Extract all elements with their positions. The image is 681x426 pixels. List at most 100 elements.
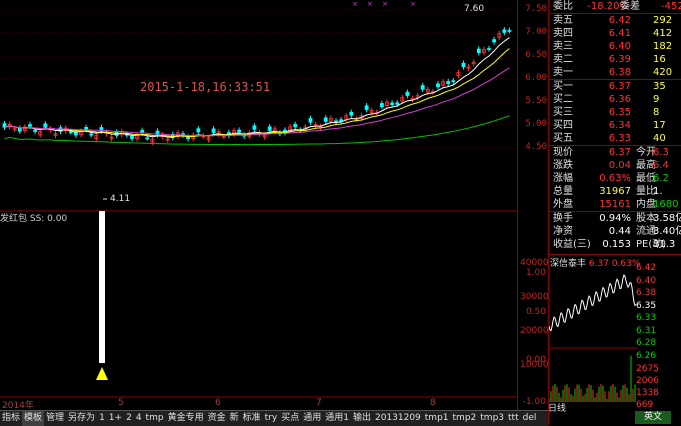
order-diff-label: 委差 (620, 1, 640, 12)
tab-14[interactable]: 买点 (279, 411, 301, 426)
tab-9[interactable]: 黄金专用 (166, 411, 206, 426)
price-tick: 7.50 (525, 4, 547, 14)
tab-16[interactable]: 通用1 (323, 411, 351, 426)
row-label: 卖四 (553, 28, 573, 39)
tab-23[interactable]: del (521, 411, 539, 426)
row-value2: 1680 (653, 199, 679, 210)
mini-vol-tick: 2675 (636, 364, 659, 374)
row-label: 卖二 (553, 54, 573, 65)
candle (43, 123, 48, 128)
row-label: 换手 (553, 213, 573, 224)
mini-price-tick: 6.40 (636, 275, 657, 286)
price-axis: 7.50 7.00 6.50 6.00 5.50 5.00 4.50 (517, 0, 549, 212)
tab-20[interactable]: tmp2 (451, 411, 479, 426)
mini-vol-tick: 1338 (636, 388, 659, 398)
tab-1[interactable]: 模板 (22, 411, 45, 426)
english-toggle-button[interactable]: 英文 (635, 411, 671, 424)
date-tick: 8 (430, 398, 436, 408)
row-value: 0.63% (599, 173, 631, 184)
indicator-axis: 1.00 0.50 0.00 -1.00 (517, 212, 549, 410)
row-value2: 420 (653, 67, 673, 78)
tab-22[interactable]: ttt (506, 411, 521, 426)
candle (17, 127, 22, 132)
candle (237, 129, 242, 133)
signal-arrow-icon (96, 367, 108, 380)
top-marker-icon: × (382, 0, 388, 8)
row-value2: 182 (653, 41, 673, 52)
tab-13[interactable]: try (263, 411, 280, 426)
row-label: 总量 (553, 186, 573, 197)
row-value: 6.39 (608, 54, 631, 65)
indicator-label[interactable]: 发红包 SS: 0.00 (0, 211, 67, 224)
tab-21[interactable]: tmp3 (478, 411, 506, 426)
candle (130, 136, 134, 140)
quote-row: 换手 0.94% 股本 3.58亿 (549, 212, 681, 225)
row-value: 6.38 (608, 67, 631, 78)
candle (507, 29, 512, 32)
mini-price-tick: 6.31 (636, 325, 657, 336)
intraday-chart[interactable] (549, 266, 637, 406)
row-value2: 1. (653, 186, 663, 197)
row-label: 卖一 (553, 67, 573, 78)
tab-18[interactable]: 20131209 (373, 411, 423, 426)
ma-line (4, 115, 510, 146)
price-tick: 4.50 (525, 142, 547, 152)
candle (461, 62, 466, 68)
sub-axis-tick: 1.00 (525, 268, 546, 278)
price-tick: 6.00 (525, 73, 547, 83)
candle (487, 48, 491, 50)
tab-11[interactable]: 新 (228, 411, 241, 426)
row-value: 6.37 (608, 147, 631, 158)
row-value: 6.42 (608, 15, 631, 26)
template-tab-bar: 指标 模板 管理 另存为 1 1+ 2 4 tmp 黄金专用 资金新标准 try 买点 通用 通用1 输出 20… (0, 410, 548, 426)
date-tick: 6 (215, 398, 221, 408)
tab-17[interactable]: 输出 (351, 411, 373, 426)
volume-axis-tick: 20000 (520, 326, 549, 336)
tab-0[interactable]: 指标 (0, 411, 22, 426)
row-label: 涨跌 (553, 160, 573, 171)
candle (145, 137, 150, 140)
quote-panel: 委比 -18.20% 委差 -452 卖五 6.42 292 卖四 6.41 412 卖… (548, 0, 681, 425)
candle (405, 91, 410, 96)
tab-3[interactable]: 另存为 (66, 411, 97, 426)
row-value: 6.37 (608, 81, 631, 92)
quote-row: 涨幅 0.63% 最低 6.2 (549, 172, 681, 185)
tab-2[interactable]: 管理 (44, 411, 66, 426)
row-value2: 6.4 (653, 160, 669, 171)
date-tick: 7 (316, 398, 322, 408)
order-ratio-row: 委比 -18.20% 委差 -452 (549, 0, 681, 13)
row-value2: 412 (653, 28, 673, 39)
quote-row: 总量 31967 量比 1. (549, 185, 681, 198)
tab-19[interactable]: tmp1 (423, 411, 451, 426)
price-tick: 5.50 (525, 96, 547, 106)
tab-6[interactable]: 2 (124, 411, 134, 426)
row-value: 6.33 (608, 133, 631, 144)
candlestick-chart[interactable]: × × × × 7.60 4.11 (0, 0, 548, 410)
quote-row: 净资 0.44 流通 3.40亿 (549, 225, 681, 238)
period-label[interactable]: 日线 (548, 401, 566, 414)
mini-price-tick: 6.33 (636, 313, 657, 323)
quote-row: 卖二 6.39 16 (549, 53, 681, 66)
candle (436, 83, 440, 88)
candle (364, 105, 369, 110)
tab-12[interactable]: 标准 (241, 411, 263, 426)
panel-footer: 日线 英文 (548, 404, 681, 425)
quote-row: 涨跌 0.04 最高 6.4 (549, 159, 681, 172)
row-label: 收益(三) (553, 239, 591, 250)
price-tick: 6.50 (525, 50, 547, 60)
volume-axis-tick: 30000 (520, 292, 549, 302)
row-label: 外盘 (553, 199, 573, 210)
top-markers: × × × × (352, 0, 416, 8)
quote-row: 卖五 6.42 292 (549, 14, 681, 27)
tab-7[interactable]: 4 (134, 411, 144, 426)
top-marker-icon: × (352, 0, 358, 8)
candle (390, 102, 395, 105)
candle (89, 133, 94, 136)
mini-vol-tick: 2006 (636, 376, 659, 386)
row-label: 买三 (553, 107, 573, 118)
tab-5[interactable]: 1+ (107, 411, 124, 426)
tab-10[interactable]: 资金 (206, 411, 228, 426)
tab-4[interactable]: 1 (97, 411, 107, 426)
tab-15[interactable]: 通用 (301, 411, 323, 426)
tab-8[interactable]: tmp (144, 411, 166, 426)
